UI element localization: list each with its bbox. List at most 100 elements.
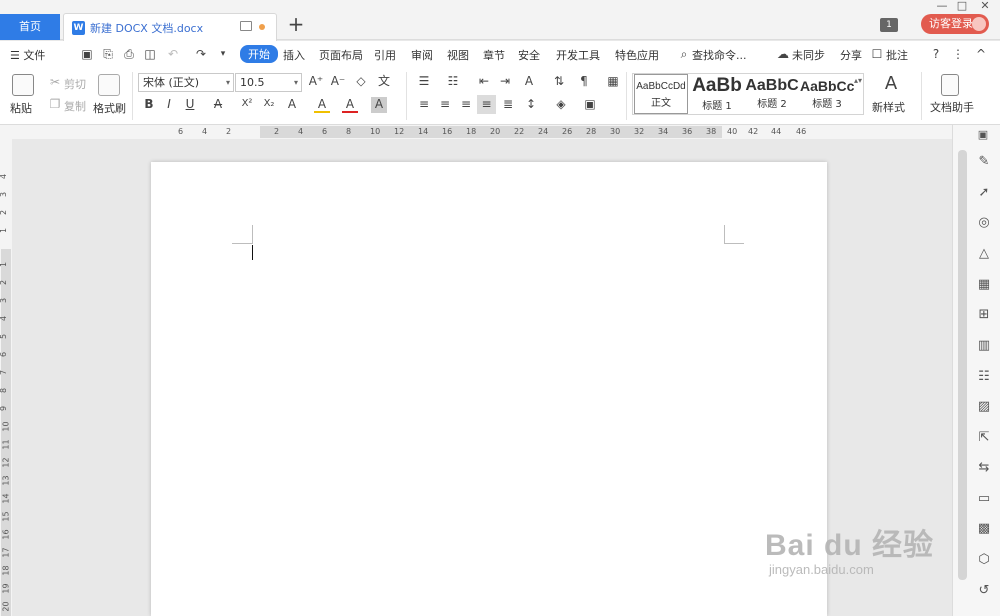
export-icon[interactable]: ⎘ bbox=[101, 47, 115, 61]
minimize-button[interactable]: — bbox=[935, 0, 949, 12]
align-right-icon[interactable]: ≡ bbox=[458, 97, 474, 113]
tab-special-apps[interactable]: 特色应用 bbox=[615, 47, 659, 63]
underline-button[interactable]: U bbox=[182, 97, 198, 113]
scissors-icon[interactable]: ✂ bbox=[47, 75, 63, 91]
tab-home[interactable]: 首页 bbox=[0, 14, 60, 40]
format-painter-button[interactable]: 格式刷 bbox=[93, 100, 126, 116]
table-icon[interactable]: ▦ bbox=[975, 276, 993, 294]
tab-developer[interactable]: 开发工具 bbox=[556, 47, 600, 63]
tab-security[interactable]: 安全 bbox=[518, 47, 540, 63]
guest-login-button[interactable]: 访客登录 bbox=[921, 14, 989, 34]
cloud-sync-icon[interactable]: ☁ bbox=[776, 47, 790, 61]
font-color-button[interactable]: A bbox=[342, 97, 358, 113]
style-heading-1[interactable]: AaBb 标题 1 bbox=[690, 74, 744, 114]
tab-insert[interactable]: 插入 bbox=[283, 47, 305, 63]
tab-view[interactable]: 视图 bbox=[447, 47, 469, 63]
window-count-badge[interactable]: 1 bbox=[880, 18, 898, 32]
new-style-icon[interactable]: A bbox=[880, 73, 902, 95]
tab-page-layout[interactable]: 页面布局 bbox=[319, 47, 363, 63]
maximize-button[interactable]: □ bbox=[955, 0, 969, 12]
new-style-button[interactable]: 新样式 bbox=[872, 99, 905, 115]
chart-icon[interactable]: ▥ bbox=[975, 337, 993, 355]
save-icon[interactable]: ▣ bbox=[80, 47, 94, 61]
comment-icon[interactable]: ☐ bbox=[870, 47, 884, 61]
more-options-icon[interactable]: ⋮ bbox=[951, 47, 965, 61]
apps-grid-icon[interactable]: ⊞ bbox=[975, 306, 993, 324]
superscript-button[interactable]: X² bbox=[239, 97, 255, 113]
file-menu[interactable]: ☰ 文件 bbox=[10, 47, 45, 63]
chevron-down-icon[interactable]: ▾ bbox=[216, 47, 230, 61]
tab-document[interactable]: W 新建 DOCX 文档.docx bbox=[63, 13, 277, 41]
close-button[interactable]: ✕ bbox=[978, 0, 992, 12]
format-painter-icon[interactable] bbox=[98, 74, 120, 96]
share-export-icon[interactable]: ⇱ bbox=[975, 429, 993, 447]
redo-icon[interactable]: ↷ bbox=[194, 47, 208, 61]
protect-icon[interactable]: ⬡ bbox=[975, 551, 993, 569]
tab-review[interactable]: 审阅 bbox=[411, 47, 433, 63]
comment-menu[interactable]: 批注 bbox=[886, 47, 908, 63]
table-borders-icon[interactable]: ▦ bbox=[605, 74, 621, 90]
bold-button[interactable]: B bbox=[141, 97, 157, 113]
style-scroll-icon[interactable]: ▴▾ bbox=[854, 76, 862, 85]
collapse-ribbon-icon[interactable]: ^ bbox=[974, 47, 988, 61]
style-heading-3[interactable]: AaBbCc 标题 3 bbox=[800, 74, 854, 114]
clear-format-icon[interactable]: ◇ bbox=[353, 74, 369, 90]
translate-icon[interactable]: ⇆ bbox=[975, 459, 993, 477]
pen-icon[interactable]: ✎ bbox=[975, 153, 993, 171]
doc-assistant-icon[interactable] bbox=[941, 74, 959, 96]
unsaved-dot-icon[interactable] bbox=[259, 24, 265, 30]
picture-icon[interactable]: ▩ bbox=[975, 520, 993, 538]
print-preview-icon[interactable]: ◫ bbox=[143, 47, 157, 61]
doc-assistant-button[interactable]: 文档助手 bbox=[930, 99, 974, 115]
tab-references[interactable]: 引用 bbox=[374, 47, 396, 63]
font-size-select[interactable]: 10.5 ▾ bbox=[235, 73, 302, 92]
undo-icon[interactable]: ↶ bbox=[166, 47, 180, 61]
settings-sliders-icon[interactable]: ☷ bbox=[975, 368, 993, 386]
increase-font-icon[interactable]: A⁺ bbox=[308, 74, 324, 90]
text-effect-button[interactable]: A bbox=[284, 97, 300, 113]
highlight-button[interactable]: A bbox=[314, 97, 330, 113]
tab-start[interactable]: 开始 bbox=[240, 45, 278, 63]
help-button[interactable]: ? bbox=[929, 47, 943, 61]
decrease-font-icon[interactable]: A⁻ bbox=[330, 74, 346, 90]
monitor-icon[interactable] bbox=[240, 21, 252, 31]
vertical-scrollbar[interactable] bbox=[958, 150, 967, 580]
phonetic-guide-icon[interactable]: 文 bbox=[376, 74, 392, 90]
show-marks-icon[interactable]: ¶ bbox=[576, 74, 592, 90]
subscript-button[interactable]: X₂ bbox=[261, 97, 277, 113]
justify-icon[interactable]: ≡ bbox=[477, 95, 496, 114]
cut-button[interactable]: 剪切 bbox=[64, 76, 86, 92]
shapes-icon[interactable]: ◎ bbox=[975, 214, 993, 232]
align-left-icon[interactable]: ≡ bbox=[416, 97, 432, 113]
tab-chapter[interactable]: 章节 bbox=[483, 47, 505, 63]
paste-button[interactable]: 粘贴 bbox=[10, 100, 32, 116]
copy-icon[interactable]: ❐ bbox=[47, 97, 63, 113]
numbered-list-icon[interactable]: ☷ bbox=[445, 74, 461, 90]
distributed-icon[interactable]: ≣ bbox=[500, 97, 516, 113]
search-commands-input[interactable]: 查找命令... bbox=[692, 47, 747, 63]
text-art-icon[interactable]: △ bbox=[975, 245, 993, 263]
sync-status[interactable]: 未同步 bbox=[792, 47, 825, 63]
select-arrow-icon[interactable]: ➚ bbox=[975, 184, 993, 202]
copy-button[interactable]: 复制 bbox=[64, 98, 86, 114]
image-icon[interactable]: ▨ bbox=[975, 398, 993, 416]
archive-icon[interactable]: ▭ bbox=[975, 490, 993, 508]
bullet-list-icon[interactable]: ☰ bbox=[416, 74, 432, 90]
strikethrough-button[interactable]: A bbox=[210, 97, 226, 113]
increase-indent-icon[interactable]: ⇥ bbox=[497, 74, 513, 90]
sidebar-toggle-icon[interactable]: ▣ bbox=[974, 126, 992, 144]
history-icon[interactable]: ↺ bbox=[975, 582, 993, 600]
decrease-indent-icon[interactable]: ⇤ bbox=[476, 74, 492, 90]
line-spacing-icon[interactable]: ↕ bbox=[523, 97, 539, 113]
share-button[interactable]: 分享 bbox=[840, 47, 862, 63]
align-center-icon[interactable]: ≡ bbox=[437, 97, 453, 113]
search-icon[interactable]: ⌕ bbox=[677, 47, 691, 61]
style-normal[interactable]: AaBbCcDd 正文 bbox=[634, 74, 688, 114]
add-tab-button[interactable]: + bbox=[286, 14, 306, 36]
borders-icon[interactable]: ▣ bbox=[582, 97, 598, 113]
clipboard-icon[interactable] bbox=[12, 74, 34, 96]
italic-button[interactable]: I bbox=[161, 97, 177, 113]
sort-icon[interactable]: ⇅ bbox=[551, 74, 567, 90]
chinese-layout-icon[interactable]: A bbox=[521, 74, 537, 90]
shading-icon[interactable]: ◈ bbox=[553, 97, 569, 113]
